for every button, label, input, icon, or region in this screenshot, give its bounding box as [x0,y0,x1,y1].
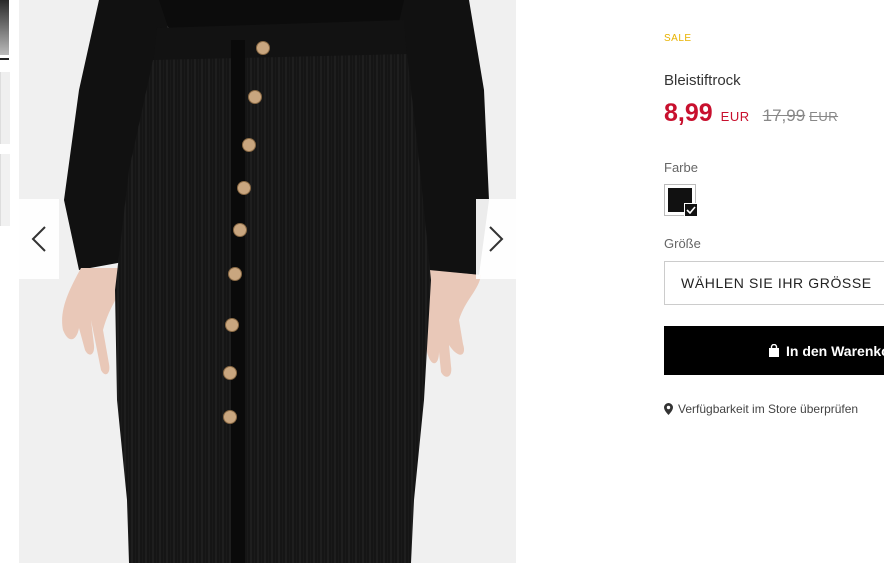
chevron-left-icon [31,226,46,252]
size-label: Größe [664,236,701,251]
thumbnail-3[interactable] [0,154,10,226]
chevron-right-icon [489,226,504,252]
shopping-bag-icon [768,344,780,357]
store-availability-link[interactable]: Verfügbarkeit im Store überprüfen [664,402,858,416]
add-to-cart-label: In den Warenkorb [786,342,884,359]
sale-badge: SALE [664,33,692,44]
size-select[interactable]: WÄHLEN SIE IHR GRÖSSE [664,261,884,305]
store-availability-label: Verfügbarkeit im Store überprüfen [678,402,859,416]
check-icon [684,203,698,217]
map-pin-icon [664,403,673,415]
price-row: 8,99 EUR 17,99 EUR [664,99,838,128]
color-swatch-black[interactable] [664,184,698,217]
add-to-cart-button[interactable]: In den Warenkorb [664,326,884,375]
old-price-currency: EUR [809,109,839,124]
color-label: Farbe [664,160,698,175]
product-name: Bleistiftrock [664,72,741,89]
thumbnail-2[interactable] [0,72,10,144]
gallery-next-button[interactable] [476,199,516,279]
current-price: 8,99 [664,99,713,127]
thumbnail-active-indicator [0,58,9,60]
current-price-currency: EUR [720,109,750,124]
old-price: 17,99 [762,106,806,125]
size-select-placeholder: WÄHLEN SIE IHR GRÖSSE [681,275,872,291]
product-image [19,0,516,563]
thumbnail-1[interactable] [0,0,9,55]
gallery-prev-button[interactable] [19,199,59,279]
